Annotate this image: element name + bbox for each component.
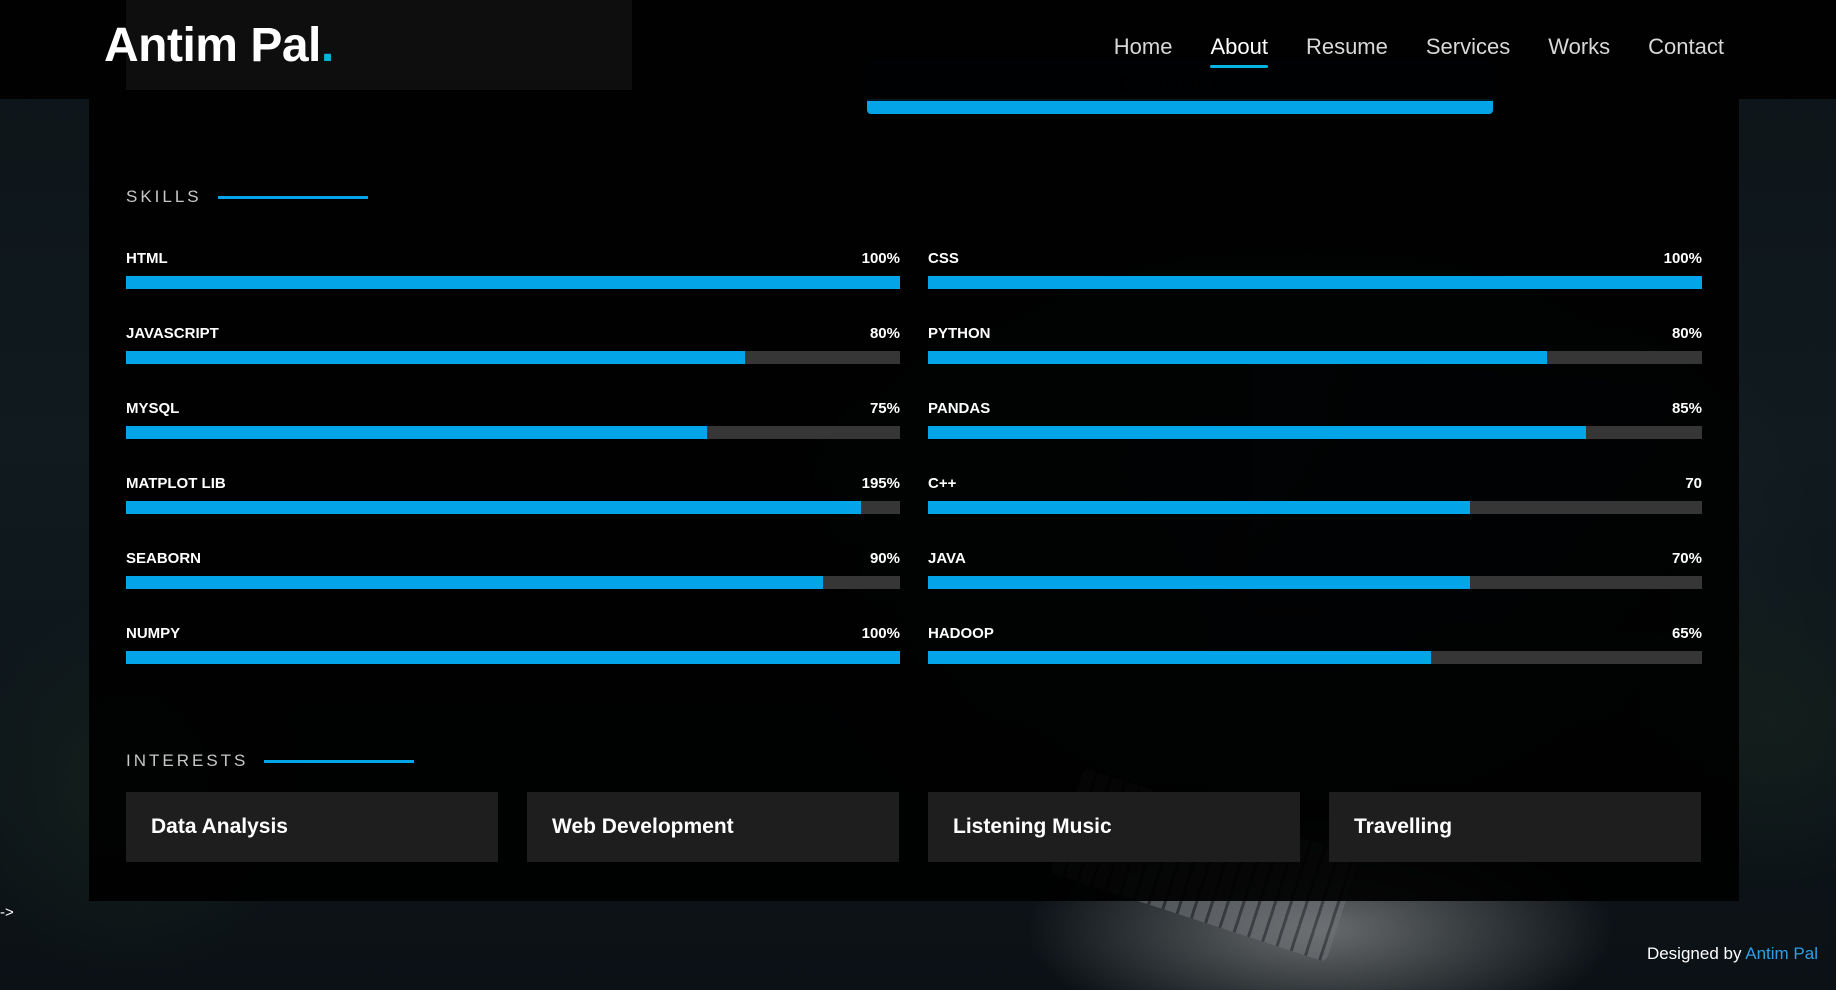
- skill-percentage: 90%: [869, 550, 900, 567]
- skill-row: JAVASCRIPT 80%: [126, 325, 900, 400]
- interest-card-data-analysis: Data Analysis: [126, 792, 498, 862]
- logo-dot: .: [320, 19, 334, 72]
- skill-progress-fill: [928, 651, 1432, 664]
- skill-row: JAVA 70%: [928, 550, 1702, 625]
- skill-name: JAVA: [928, 550, 966, 567]
- interests-title-rule: [264, 759, 415, 763]
- skill-row: SEABORN 90%: [126, 550, 900, 625]
- logo-text: Antim Pal: [104, 19, 321, 72]
- interest-label: Web Development: [552, 815, 734, 838]
- site-logo[interactable]: Antim Pal.: [104, 18, 334, 73]
- skill-name: PYTHON: [928, 325, 991, 342]
- skill-row: NUMPY 100%: [126, 625, 900, 700]
- interest-label: Travelling: [1354, 815, 1453, 838]
- interest-label: Listening Music: [953, 815, 1112, 838]
- skill-row: MATPLOT LIB 195%: [126, 475, 900, 550]
- skill-name: MATPLOT LIB: [126, 475, 226, 492]
- skills-heading: SKILLS: [126, 187, 368, 207]
- interest-card-travelling: Travelling: [1329, 792, 1701, 862]
- skill-name: NUMPY: [126, 625, 181, 642]
- skill-name: C++: [928, 475, 957, 492]
- skill-progress-fill: [126, 651, 900, 664]
- interest-card-web-development: Web Development: [527, 792, 899, 862]
- footer-prefix: Designed by: [1646, 944, 1746, 963]
- footer-author-link[interactable]: Antim Pal: [1745, 944, 1818, 963]
- interest-label: Data Analysis: [151, 815, 288, 838]
- skills-title-rule: [217, 195, 368, 199]
- main-nav: Home About Resume Services Works Contact: [1114, 34, 1724, 68]
- skill-progress-fill: [126, 501, 862, 514]
- site-header: Antim Pal. Home About Resume Services Wo…: [0, 0, 1836, 99]
- skill-percentage: 80%: [1671, 325, 1702, 342]
- skill-progress-fill: [928, 351, 1548, 364]
- skill-percentage: 80%: [869, 325, 900, 342]
- skill-name: PANDAS: [928, 400, 991, 417]
- skill-row: PANDAS 85%: [928, 400, 1702, 475]
- stray-comment-text: ->: [0, 904, 14, 921]
- interests-heading: INTERESTS: [126, 751, 415, 771]
- skill-progress-fill: [928, 426, 1586, 439]
- nav-resume[interactable]: Resume: [1306, 34, 1388, 68]
- skill-progress-track: [928, 501, 1702, 514]
- skill-percentage: 70%: [1671, 550, 1702, 567]
- skill-progress-track: [928, 576, 1702, 589]
- site-footer: Designed by Antim Pal: [1647, 944, 1818, 964]
- skill-name: CSS: [928, 250, 959, 267]
- skill-row: CSS 100%: [928, 250, 1702, 325]
- nav-about[interactable]: About: [1210, 34, 1268, 68]
- skill-progress-track: [928, 276, 1702, 289]
- skill-progress-track: [126, 576, 900, 589]
- skill-percentage: 100%: [861, 625, 900, 642]
- nav-home[interactable]: Home: [1114, 34, 1173, 68]
- skill-percentage: 85%: [1671, 400, 1702, 417]
- skill-row: PYTHON 80%: [928, 325, 1702, 400]
- skill-name: HTML: [126, 250, 168, 267]
- skill-name: HADOOP: [928, 625, 994, 642]
- nav-works[interactable]: Works: [1548, 34, 1610, 68]
- skill-name: MYSQL: [126, 400, 180, 417]
- skill-name: SEABORN: [126, 550, 202, 567]
- skill-percentage: 75%: [869, 400, 900, 417]
- skill-progress-fill: [126, 576, 823, 589]
- nav-services[interactable]: Services: [1426, 34, 1510, 68]
- nav-contact[interactable]: Contact: [1648, 34, 1724, 68]
- skill-progress-track: [928, 426, 1702, 439]
- skill-progress-track: [126, 351, 900, 364]
- skills-title: SKILLS: [126, 187, 202, 206]
- skill-row: MYSQL 75%: [126, 400, 900, 475]
- interest-card-listening-music: Listening Music: [928, 792, 1300, 862]
- skill-progress-fill: [928, 576, 1470, 589]
- skill-percentage: 70: [1685, 475, 1702, 492]
- skill-progress-fill: [126, 276, 900, 289]
- interests-title: INTERESTS: [126, 751, 249, 770]
- skill-progress-fill: [928, 276, 1702, 289]
- about-panel: Download CV SKILLS HTML100%JAVASCRIPT80%…: [89, 59, 1739, 901]
- skill-progress-track: [126, 501, 900, 514]
- skill-row: HADOOP 65%: [928, 625, 1702, 700]
- skill-percentage: 65%: [1671, 625, 1702, 642]
- skill-progress-track: [928, 651, 1702, 664]
- skill-name: JAVASCRIPT: [126, 325, 219, 342]
- skill-percentage: 100%: [1663, 250, 1702, 267]
- skill-progress-track: [126, 276, 900, 289]
- skill-progress-fill: [928, 501, 1470, 514]
- skill-percentage: 100%: [861, 250, 900, 267]
- skill-progress-fill: [126, 351, 746, 364]
- skill-progress-fill: [126, 426, 707, 439]
- skill-row: C++ 70: [928, 475, 1702, 550]
- skill-progress-track: [126, 426, 900, 439]
- skill-row: HTML 100%: [126, 250, 900, 325]
- skill-progress-track: [126, 651, 900, 664]
- skill-percentage: 195%: [861, 475, 900, 492]
- skill-progress-track: [928, 351, 1702, 364]
